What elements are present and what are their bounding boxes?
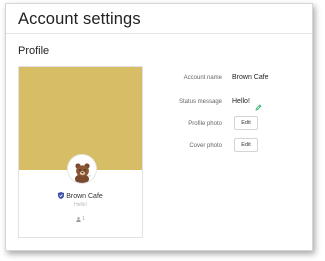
card-status-message: Hello!	[74, 202, 87, 208]
pencil-icon[interactable]	[255, 98, 262, 116]
profile-preview-card: Brown Cafe Hello! 1	[18, 66, 143, 238]
edit-cover-photo-button[interactable]: Edit	[234, 138, 258, 152]
account-settings-window: Account settings Profile Brown Cafe Hell…	[5, 3, 313, 251]
card-name-row: Brown Cafe	[19, 192, 142, 201]
card-display-name: Brown Cafe	[66, 193, 103, 200]
profile-photo-label: Profile photo	[188, 121, 222, 127]
account-name-value: Brown Cafe	[232, 74, 269, 81]
friends-count: 1	[82, 216, 85, 222]
friends-count-row: 1	[19, 216, 142, 222]
status-message-value: Hello!	[232, 98, 250, 105]
account-name-label: Account name	[183, 75, 222, 81]
status-message-label: Status message	[178, 99, 222, 105]
official-shield-badge-icon	[58, 192, 65, 201]
person-icon	[76, 216, 81, 222]
header: Account settings	[6, 4, 312, 34]
page-title: Account settings	[18, 10, 141, 28]
brown-bear-avatar-icon	[67, 154, 97, 184]
section-title-profile: Profile	[18, 45, 50, 57]
edit-profile-photo-button[interactable]: Edit	[234, 116, 258, 130]
cover-photo-label: Cover photo	[189, 143, 222, 149]
